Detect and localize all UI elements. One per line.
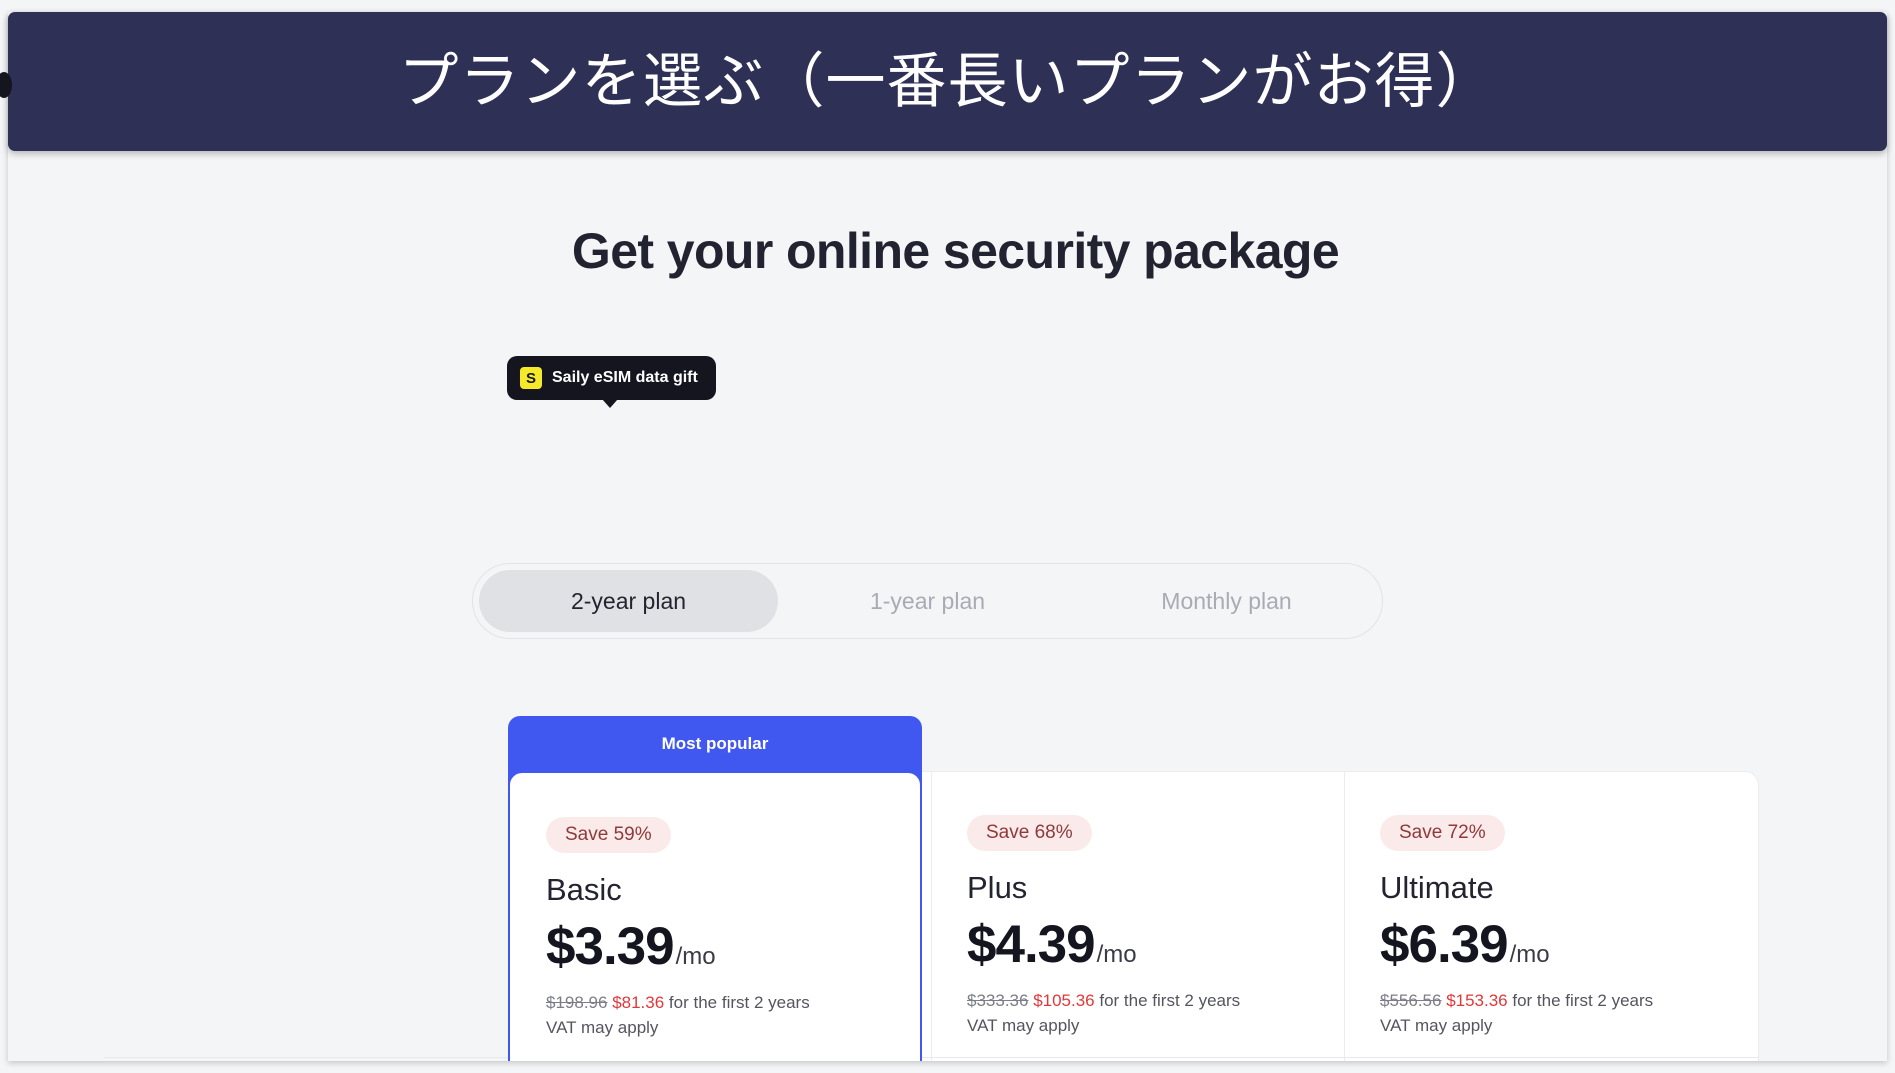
section-divider	[104, 1057, 1759, 1058]
vat-note-ultimate: VAT may apply	[1380, 1015, 1493, 1035]
pricing-card-ultimate: Save 72% Ultimate $6.39 /mo $556.56 $153…	[1344, 771, 1758, 1061]
price-row-ultimate: $6.39 /mo	[1380, 918, 1722, 971]
tab-1-year-plan[interactable]: 1-year plan	[778, 570, 1077, 632]
saily-gift-badge[interactable]: S Saily eSIM data gift	[507, 356, 716, 408]
status-badge-save-plus: Save 68%	[967, 815, 1092, 851]
status-badge-save-basic: Save 59%	[546, 817, 671, 853]
plan-period-tabs[interactable]: 2-year plan 1-year plan Monthly plan	[472, 563, 1383, 639]
pricing-card-basic-body: Save 59% Basic $3.39 /mo $198.96 $81.36 …	[508, 771, 922, 1061]
page-content: Get your online security package S Saily…	[16, 163, 1887, 1061]
vat-note-plus: VAT may apply	[967, 1015, 1080, 1035]
page-title: Get your online security package	[571, 223, 1340, 279]
plan-name-ultimate: Ultimate	[1380, 870, 1494, 905]
vat-note-basic: VAT may apply	[546, 1017, 659, 1037]
pricing-card-plus: Save 68% Plus $4.39 /mo $333.36 $105.36 …	[931, 771, 1345, 1061]
price-subnote-plus: $333.36 $105.36 for the first 2 years	[967, 989, 1309, 1014]
new-price-ultimate: $153.36	[1446, 991, 1508, 1011]
price-amount-basic: $3.39	[546, 917, 675, 977]
tab-2-year-plan[interactable]: 2-year plan	[479, 570, 778, 632]
pricing-card-basic: Most popular Save 59% Basic $3.39 /mo $1…	[508, 716, 922, 1061]
term-text-basic: for the first 2 years	[668, 993, 810, 1013]
old-price-ultimate: $556.56	[1380, 991, 1442, 1011]
saily-gift-label: Saily eSIM data gift	[552, 369, 698, 386]
price-row-plus: $4.39 /mo	[967, 918, 1309, 971]
promo-banner-title: プランを選ぶ（一番長いプランがお得）	[398, 47, 1497, 115]
plan-name-basic: Basic	[546, 872, 622, 907]
pricing-cards-container: Most popular Save 59% Basic $3.39 /mo $1…	[104, 716, 1759, 1061]
price-amount-plus: $4.39	[967, 915, 1096, 975]
price-period-basic: /mo	[675, 943, 716, 971]
price-subnote-ultimate: $556.56 $153.36 for the first 2 years	[1380, 989, 1722, 1014]
price-period-ultimate: /mo	[1509, 941, 1550, 969]
price-subnote-basic: $198.96 $81.36 for the first 2 years	[546, 991, 884, 1016]
price-row-basic: $3.39 /mo	[546, 920, 884, 973]
new-price-plus: $105.36	[1033, 991, 1095, 1011]
term-text-ultimate: for the first 2 years	[1512, 991, 1654, 1011]
status-badge-save-ultimate: Save 72%	[1380, 815, 1505, 851]
new-price-basic: $81.36	[612, 993, 665, 1013]
screenshot-root: Get your online security package S Saily…	[0, 0, 1895, 1073]
price-period-plus: /mo	[1096, 941, 1137, 969]
promo-banner: プランを選ぶ（一番長いプランがお得）	[8, 12, 1887, 151]
old-price-plus: $333.36	[967, 991, 1029, 1011]
tab-monthly-plan[interactable]: Monthly plan	[1077, 570, 1376, 632]
browser-viewport: Get your online security package S Saily…	[8, 12, 1887, 1061]
saily-logo-icon: S	[520, 367, 542, 389]
term-text-plus: for the first 2 years	[1099, 991, 1241, 1011]
plan-name-plus: Plus	[967, 870, 1028, 905]
price-amount-ultimate: $6.39	[1380, 915, 1509, 975]
old-price-basic: $198.96	[546, 993, 608, 1013]
